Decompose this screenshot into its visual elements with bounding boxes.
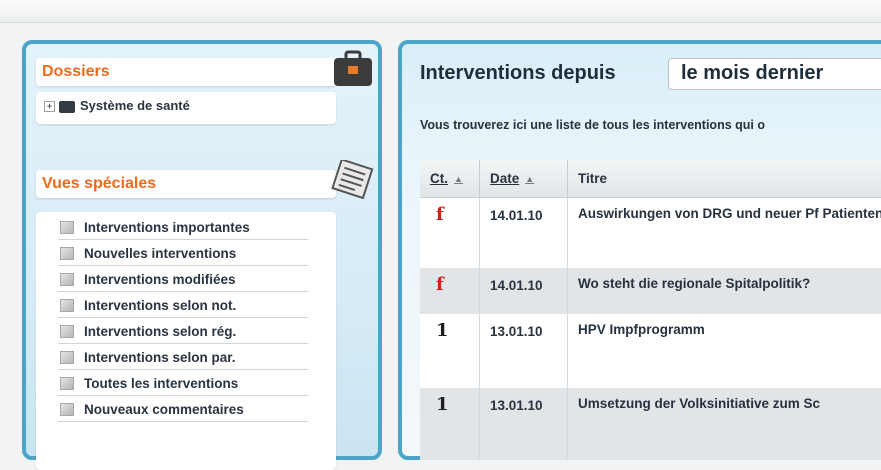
category-icon: f: [420, 268, 480, 314]
date-cell: 13.01.10: [480, 314, 568, 388]
page-icon: [60, 221, 74, 234]
sort-arrow-icon: ▲: [454, 174, 463, 185]
page-icon: [60, 403, 74, 416]
col-header-category[interactable]: Ct. ▲: [420, 160, 480, 198]
title-cell[interactable]: Wo steht die regionale Spitalpolitik?: [568, 268, 881, 314]
briefcase-icon: [334, 50, 372, 86]
tree-item-systeme-sante[interactable]: + Système de santé: [44, 98, 190, 113]
col-header-date[interactable]: Date ▲: [480, 160, 568, 198]
table-row[interactable]: f 14.01.10 Auswirkungen von DRG und neue…: [420, 198, 881, 268]
page-description: Vous trouverez ici une liste de tous les…: [420, 118, 765, 132]
title-cell[interactable]: Umsetzung der Volksinitiative zum Sc: [568, 388, 881, 460]
category-icon: 1: [420, 388, 480, 460]
page-icon: [60, 325, 74, 338]
title-cell[interactable]: Auswirkungen von DRG und neuer Pf Patien…: [568, 198, 881, 268]
view-item-all[interactable]: Toutes les interventions: [58, 374, 308, 396]
date-cell: 14.01.10: [480, 198, 568, 268]
document-icon: [331, 160, 374, 200]
page-icon: [60, 377, 74, 390]
interventions-table: Ct. ▲ Date ▲ Titre f 14.01.10 Auswirkungen…: [420, 160, 881, 460]
view-item-label: Interventions modifiées: [84, 272, 236, 287]
col-header-title[interactable]: Titre: [568, 160, 881, 198]
view-item-by-note[interactable]: Interventions selon not.: [58, 296, 308, 318]
table-row[interactable]: 1 13.01.10 HPV Impfprogramm: [420, 314, 881, 388]
date-cell: 13.01.10: [480, 388, 568, 460]
view-item-modified[interactable]: Interventions modifiées: [58, 270, 308, 292]
category-icon: f: [420, 198, 480, 268]
expand-icon[interactable]: +: [44, 101, 55, 113]
col-header-label: Ct.: [430, 171, 448, 186]
right-panel: Interventions depuis le mois dernier Vou…: [398, 40, 881, 460]
vues-speciales-list: Interventions importantes Nouvelles inte…: [36, 212, 336, 470]
sort-arrow-icon: ▲: [525, 174, 535, 185]
view-item-label: Toutes les interventions: [84, 376, 239, 391]
view-item-label: Interventions selon rég.: [84, 324, 237, 339]
col-header-label: Date: [490, 171, 520, 186]
left-panel: Dossiers + Système de santé Vues spéciale…: [22, 40, 382, 470]
page-icon: [60, 351, 74, 364]
view-item-by-region[interactable]: Interventions selon rég.: [58, 322, 308, 344]
tree-item-label: Système de santé: [80, 98, 190, 113]
vues-speciales-title: Vues spéciales: [42, 175, 157, 192]
table-row[interactable]: f 14.01.10 Wo steht die regionale Spital…: [420, 268, 881, 314]
page-title: Interventions depuis: [420, 62, 616, 84]
view-item-new[interactable]: Nouvelles interventions: [58, 244, 308, 266]
view-item-label: Nouveaux commentaires: [84, 402, 244, 417]
period-select[interactable]: le mois dernier: [668, 58, 881, 90]
col-header-label: Titre: [578, 171, 608, 186]
page-icon: [60, 247, 74, 260]
folder-icon: [59, 100, 75, 113]
view-item-by-party[interactable]: Interventions selon par.: [58, 348, 308, 370]
view-item-important[interactable]: Interventions importantes: [58, 218, 308, 240]
title-cell[interactable]: HPV Impfprogramm: [568, 314, 881, 388]
view-item-comments[interactable]: Nouveaux commentaires: [58, 400, 308, 422]
dossiers-title: Dossiers: [42, 63, 110, 80]
top-bar: [0, 0, 881, 23]
dossiers-tree: + Système de santé: [36, 92, 336, 124]
date-cell: 14.01.10: [480, 268, 568, 314]
view-item-label: Nouvelles interventions: [84, 246, 237, 261]
table-row[interactable]: 1 13.01.10 Umsetzung der Volksinitiative…: [420, 388, 881, 460]
dossiers-header: Dossiers: [36, 58, 336, 86]
vues-speciales-header: Vues spéciales: [36, 170, 336, 198]
page-icon: [60, 299, 74, 312]
page-icon: [60, 273, 74, 286]
view-item-label: Interventions selon par.: [84, 350, 236, 365]
view-item-label: Interventions importantes: [84, 220, 250, 235]
view-item-label: Interventions selon not.: [84, 298, 237, 313]
category-icon: 1: [420, 314, 480, 388]
